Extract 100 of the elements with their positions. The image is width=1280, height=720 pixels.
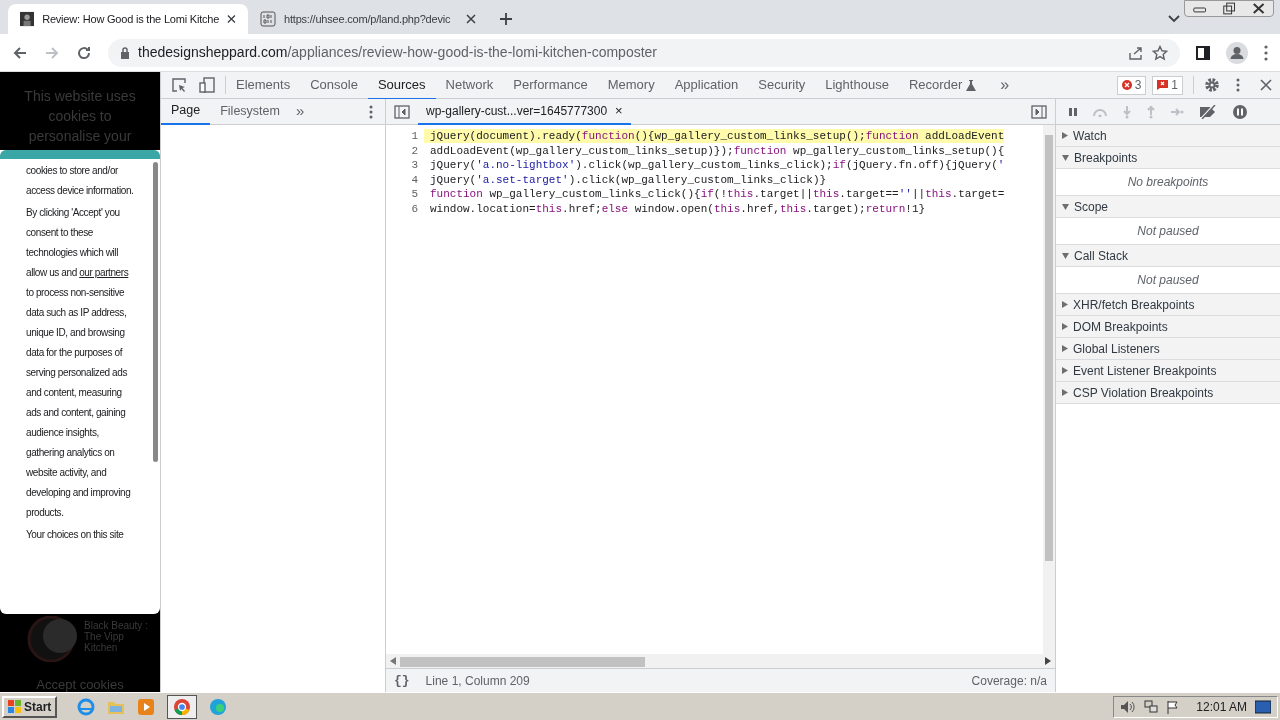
inspect-icon[interactable]: [171, 77, 187, 93]
network-icon[interactable]: [1144, 699, 1159, 714]
empty-message: Not paused: [1137, 272, 1199, 289]
more-options-icon[interactable]: [1236, 78, 1240, 92]
devtools-tab[interactable]: Application: [664, 71, 749, 99]
show-desktop-icon[interactable]: [1255, 699, 1271, 714]
expanded-triangle-icon: [1062, 252, 1069, 259]
pretty-print-button[interactable]: {}: [394, 670, 410, 691]
collapsed-triangle-icon: [1062, 132, 1068, 139]
line-number: 2: [410, 143, 419, 159]
toggle-navigator-icon[interactable]: [394, 104, 410, 119]
code-line: addLoadEvent(wp_gallery_custom_links_setup)});function wp_gallery_custom_links_setup(){: [429, 143, 1005, 158]
error-count-badge[interactable]: 3: [1116, 75, 1147, 95]
section-header[interactable]: CSP Violation Breakpoints: [1056, 382, 1280, 404]
horizontal-scrollbar[interactable]: [386, 654, 1055, 668]
new-tab-icon[interactable]: [500, 13, 512, 25]
section-header[interactable]: Watch: [1056, 125, 1280, 147]
partners-link[interactable]: our partners: [79, 267, 129, 278]
favicon-icon: [20, 11, 35, 27]
collapsed-triangle-icon: [1062, 367, 1068, 374]
vertical-scrollbar[interactable]: [1043, 125, 1055, 654]
address-bar[interactable]: thedesignsheppard.com/appliances/review-how-good-is-the-lomi-kitchen-composter: [108, 38, 1180, 67]
toggle-debugger-icon[interactable]: [1031, 104, 1047, 119]
code-line: window.location=this.href;else window.open(this.href,this.target);return!1}: [429, 201, 926, 216]
close-tab-button[interactable]: ×: [615, 100, 623, 121]
chevron-down-icon[interactable]: [1168, 15, 1180, 23]
section-header[interactable]: Breakpoints: [1056, 147, 1280, 169]
more-tabs-button[interactable]: »: [295, 100, 305, 123]
section-header[interactable]: Global Listeners: [1056, 338, 1280, 360]
url-text: thedesignsheppard.com/appliances/review-how-good-is-the-lomi-kitchen-composter: [138, 43, 659, 62]
section-header[interactable]: Event Listener Breakpoints: [1056, 360, 1280, 382]
scrollbar-thumb[interactable]: [153, 162, 158, 462]
pause-on-exceptions-icon[interactable]: [1232, 103, 1248, 120]
line-number: 5: [410, 187, 419, 202]
window-controls[interactable]: [1184, 0, 1274, 17]
start-button[interactable]: Start: [2, 695, 58, 718]
close-icon[interactable]: [227, 14, 236, 24]
devtools-tab[interactable]: Performance: [503, 71, 598, 99]
tab-title: Review: How Good is the Lomi Kitche: [42, 11, 220, 27]
line-number: 1: [410, 129, 419, 144]
coverage-text: Coverage: n/a: [971, 672, 1047, 690]
collapsed-triangle-icon: [1062, 323, 1068, 330]
section-header[interactable]: Call Stack: [1056, 245, 1280, 267]
flask-icon: [966, 79, 977, 91]
code-line: jQuery('a.set-target').click(wp_gallery_custom_links_click)}: [429, 172, 827, 187]
issue-count-badge[interactable]: 1: [1152, 75, 1183, 95]
back-icon[interactable]: [12, 44, 28, 61]
collapsed-triangle-icon: [1062, 301, 1068, 308]
expanded-triangle-icon: [1062, 203, 1069, 210]
windows-logo-icon: [8, 699, 22, 714]
chrome-taskbar-button[interactable]: [167, 694, 198, 719]
devtools-tab[interactable]: Lighthouse: [815, 71, 899, 99]
tab-title: https://uhsee.com/p/land.php?devic: [284, 11, 452, 27]
section-header[interactable]: DOM Breakpoints: [1056, 316, 1280, 338]
share-icon[interactable]: [1128, 44, 1144, 61]
profile-avatar-icon[interactable]: [1226, 41, 1248, 64]
devtools-tab[interactable]: Elements: [226, 71, 301, 99]
lock-icon: [120, 46, 130, 59]
empty-message: No breakpoints: [1127, 174, 1209, 191]
devtools-tab[interactable]: Recorder: [898, 71, 987, 99]
star-icon[interactable]: [1152, 44, 1168, 61]
deactivate-breakpoints-icon[interactable]: [1198, 104, 1218, 119]
navigator-tab[interactable]: Filesystem: [210, 98, 290, 125]
side-panel-icon[interactable]: [1196, 45, 1210, 60]
close-icon[interactable]: [466, 14, 476, 24]
scroll-right-icon[interactable]: [1045, 657, 1051, 665]
media-player-icon[interactable]: [137, 697, 156, 716]
reload-icon[interactable]: [76, 44, 92, 61]
close-icon[interactable]: [1260, 79, 1272, 91]
devtools-tab[interactable]: Network: [435, 71, 504, 99]
speaker-icon[interactable]: [1120, 699, 1137, 714]
clock-text: 12:01 AM: [1196, 698, 1247, 716]
cursor-position-text: Line 1, Column 209: [425, 672, 530, 690]
browser-tab[interactable]: https://uhsee.com/p/land.php?devic: [248, 4, 488, 34]
cookie-text: Your choices on this site: [26, 528, 125, 542]
issue-flag-icon: [1157, 80, 1169, 90]
line-number: 3: [410, 158, 419, 173]
empty-message: Not paused: [1137, 223, 1199, 240]
more-tabs-button[interactable]: »: [1000, 73, 1010, 97]
section-header[interactable]: Scope: [1056, 196, 1280, 218]
device-toolbar-icon[interactable]: [199, 77, 215, 93]
devtools-tab[interactable]: Console: [300, 71, 368, 99]
pause-icon[interactable]: [1068, 106, 1078, 117]
cookie-text: By clicking 'Accept' you consent to these technologies which will allow us and our partners to process non-sensitive data such as IP address, unique ID, and browsing data for the purposes of serving personalized ads and content, measuring ads and content, gaining audience insights, gathering analytics on website activity, and developing and improving products.: [26, 206, 132, 520]
line-number: 4: [410, 172, 419, 188]
page-heading: This website uses cookies to personalise your: [23, 87, 137, 146]
browser-tab[interactable]: Review: How Good is the Lomi Kitche: [8, 4, 248, 34]
chrome-icon: [173, 697, 192, 716]
section-header[interactable]: XHR/fetch Breakpoints: [1056, 294, 1280, 316]
menu-icon[interactable]: [1264, 44, 1268, 61]
settings-icon[interactable]: [1204, 77, 1220, 93]
line-number: 6: [410, 201, 419, 217]
scroll-left-icon[interactable]: [390, 657, 396, 665]
more-options-icon[interactable]: [369, 104, 373, 119]
devtools-tab[interactable]: Memory: [597, 71, 665, 99]
expanded-triangle-icon: [1062, 154, 1069, 161]
code-line: function wp_gallery_custom_links_click(){if(!this.target||this.target==''||this.target=: [429, 187, 1005, 202]
error-icon: [1121, 80, 1132, 90]
devtools-tab[interactable]: Security: [748, 71, 816, 99]
flag-icon[interactable]: [1166, 699, 1181, 714]
